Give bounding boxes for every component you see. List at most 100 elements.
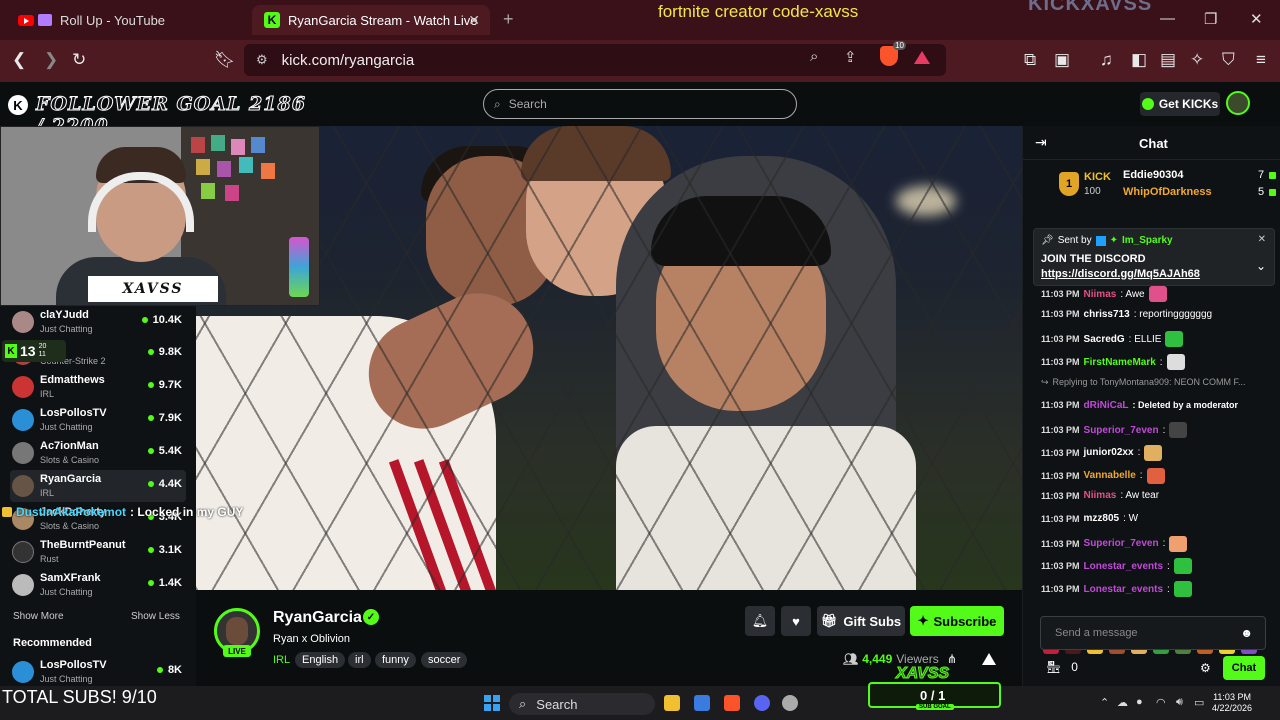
vpn-icon[interactable]: ⛉ <box>1222 50 1235 70</box>
wallet-icon[interactable]: ▤ <box>1160 50 1176 70</box>
stream-tag[interactable]: funny <box>375 652 416 668</box>
chat-message[interactable]: 11:03 PM mzz805: W <box>1041 513 1138 524</box>
forward-icon[interactable]: ❯ <box>44 50 58 70</box>
message-username[interactable]: Lonestar_events <box>1084 561 1163 572</box>
sidebar-channel[interactable]: Ac7ionMan Slots & Casino 5.4K <box>10 437 186 469</box>
sidebar-channel[interactable]: SamXFrank Just Chatting 1.4K <box>10 569 186 601</box>
message-username[interactable]: Niimas <box>1084 490 1117 501</box>
chat-message[interactable]: 11:03 PM dRiNiCaL: Deleted by a moderator <box>1041 400 1238 411</box>
media-icon[interactable]: ♫ <box>1100 50 1113 70</box>
message-username[interactable]: Niimas <box>1084 289 1117 300</box>
chat-message[interactable]: 11:03 PM Superior_7even: <box>1041 535 1188 552</box>
kicks-balance[interactable]: 🏪︎ 0 <box>1046 660 1078 674</box>
file-explorer-icon[interactable] <box>664 695 680 711</box>
message-username[interactable]: mzz805 <box>1084 513 1120 524</box>
sidebar-channel-selected[interactable]: RyanGarcia IRL 4.4K <box>10 470 186 502</box>
brave-icon[interactable] <box>724 695 740 711</box>
chat-message[interactable]: 11:03 PM chriss713: reportinggggggg <box>1041 309 1212 320</box>
reply-indicator[interactable]: ↪ Replying to TonyMontana909: NEON COMM F… <box>1041 377 1245 388</box>
tab-search-icon[interactable]: ▣ <box>1054 50 1070 70</box>
chat-message[interactable]: 11:03 PM junior02xx: <box>1041 444 1163 461</box>
minimize-icon[interactable]: — <box>1160 10 1175 27</box>
stream-tag[interactable]: English <box>295 652 346 668</box>
extensions-icon[interactable]: ⧉ <box>1024 50 1036 70</box>
bookmark-icon[interactable]: 🔖︎ <box>214 50 236 70</box>
emoji-picker-icon[interactable]: ☻ <box>1240 626 1253 640</box>
menu-icon[interactable]: ≡ <box>1256 50 1266 70</box>
new-tab-icon[interactable]: + <box>503 9 514 30</box>
wifi-icon[interactable]: ◠ <box>1156 696 1166 709</box>
pinned-message[interactable]: ✕ 📌︎ Sent by ✦ Im_Sparky JOIN THE DISCOR… <box>1033 228 1275 286</box>
message-username[interactable]: junior02xx <box>1084 447 1134 458</box>
unpin-icon[interactable]: ✕ <box>1258 234 1266 245</box>
message-username[interactable]: chriss713 <box>1084 309 1130 320</box>
chat-message[interactable]: 11:03 PM FirstNameMark: <box>1041 354 1185 371</box>
brave-rewards-icon[interactable] <box>914 51 930 64</box>
tab-kick[interactable]: K RyanGarcia Stream - Watch Live ✕ <box>252 5 490 35</box>
battery-icon[interactable]: ▭ <box>1194 696 1204 709</box>
tray-chevron-icon[interactable]: ⌃ <box>1100 696 1109 709</box>
message-username[interactable]: SacredG <box>1084 334 1125 345</box>
message-username[interactable]: Superior_7even <box>1084 425 1159 436</box>
share-icon[interactable]: ⋔ <box>947 652 957 666</box>
follow-button[interactable]: ♥ <box>781 606 811 636</box>
address-bar[interactable]: ⚙︎ kick.com/ryangarcia <box>244 44 946 76</box>
send-chat-button[interactable]: Chat <box>1223 656 1265 680</box>
notification-bell-button[interactable]: 🔔︎ <box>745 606 775 636</box>
stream-tag[interactable]: soccer <box>421 652 468 668</box>
stream-tag[interactable]: irl <box>348 652 371 668</box>
site-info-icon[interactable]: ⚙︎ <box>256 52 268 68</box>
sidebar-channel[interactable]: claYJudd Just Chatting 10.4K <box>10 306 186 338</box>
pinned-link[interactable]: https://discord.gg/Mq5AJAh68 <box>1041 268 1200 280</box>
chat-message[interactable]: 11:03 PM Lonestar_events: <box>1041 581 1192 598</box>
message-username[interactable]: Superior_7even <box>1084 538 1159 549</box>
close-icon[interactable]: ✕ <box>468 12 480 29</box>
subscribe-button[interactable]: ✦ Subscribe <box>910 606 1004 636</box>
leaderboard-entry[interactable]: WhipOfDarkness 5 <box>1123 186 1277 198</box>
window-close-icon[interactable]: ✕ <box>1250 10 1263 28</box>
show-more-button[interactable]: Show More <box>13 611 64 622</box>
gear-icon[interactable]: ⚙︎ <box>1200 661 1211 675</box>
search-input[interactable]: ⌕ Search <box>483 89 797 119</box>
report-icon[interactable] <box>982 653 996 665</box>
chat-message[interactable]: 11:03 PM Lonestar_events: <box>1041 558 1192 575</box>
chat-input[interactable]: Send a message ☻ <box>1040 616 1266 650</box>
restore-icon[interactable]: ❐ <box>1204 10 1217 28</box>
sidebar-channel[interactable]: Edmatthews IRL 9.7K <box>10 371 186 403</box>
message-username[interactable]: dRiNiCaL <box>1084 400 1129 411</box>
recommended-channel[interactable]: LosPollosTV Just Chatting 8K <box>10 656 186 688</box>
stream-category[interactable]: IRL <box>273 654 290 666</box>
get-kicks-button[interactable]: Get KICKs <box>1140 92 1220 116</box>
user-avatar[interactable] <box>1226 91 1250 115</box>
network-icon[interactable]: ☁︎ <box>1117 696 1128 709</box>
app-icon[interactable] <box>782 695 798 711</box>
chat-message[interactable]: 11:03 PM Superior_7even: <box>1041 422 1188 439</box>
sidebar-channel[interactable]: TheBurntPeanut Rust 3.1K <box>10 536 186 568</box>
share-icon[interactable]: ⇪ <box>844 48 857 66</box>
show-less-button[interactable]: Show Less <box>131 611 180 622</box>
brave-shield-icon[interactable]: 10 <box>880 41 906 66</box>
gift-subs-button[interactable]: 🎁︎ Gift Subs <box>817 606 905 636</box>
volume-icon[interactable]: 🔊︎ <box>1176 696 1183 709</box>
chat-message[interactable]: 11:03 PM SacredG: ELLIE <box>1041 331 1184 348</box>
tab-youtube[interactable]: Roll Up - YouTube <box>6 5 246 35</box>
back-icon[interactable]: ❮ <box>12 50 26 70</box>
collapse-chat-icon[interactable]: ⇥ <box>1035 134 1047 151</box>
chat-message[interactable]: 11:03 PM Niimas: Awe <box>1041 286 1167 302</box>
leaderboard-entry[interactable]: Eddie90304 7 <box>1123 169 1277 181</box>
tray-app-icon[interactable]: ● <box>1136 696 1143 708</box>
leo-ai-icon[interactable]: ✧ <box>1190 50 1204 70</box>
windows-start-icon[interactable] <box>484 695 500 711</box>
message-username[interactable]: Lonestar_events <box>1084 584 1163 595</box>
message-username[interactable]: FirstNameMark <box>1084 357 1156 368</box>
chat-message[interactable]: 11:03 PM Vannabelle: <box>1041 467 1165 484</box>
zoom-icon[interactable]: ⌕ <box>810 48 818 65</box>
discord-icon[interactable] <box>754 695 770 711</box>
store-icon[interactable] <box>694 695 710 711</box>
system-clock[interactable]: 11:03 PM 4/22/2026 <box>1212 692 1252 714</box>
taskbar-search[interactable]: ⌕ Search <box>509 693 655 715</box>
message-username[interactable]: Vannabelle <box>1084 470 1136 481</box>
streamer-name[interactable]: RyanGarcia <box>273 609 362 627</box>
sidebar-channel[interactable]: LosPollosTV Just Chatting 7.9K <box>10 404 186 436</box>
chevron-down-icon[interactable]: ⌄ <box>1256 259 1266 273</box>
